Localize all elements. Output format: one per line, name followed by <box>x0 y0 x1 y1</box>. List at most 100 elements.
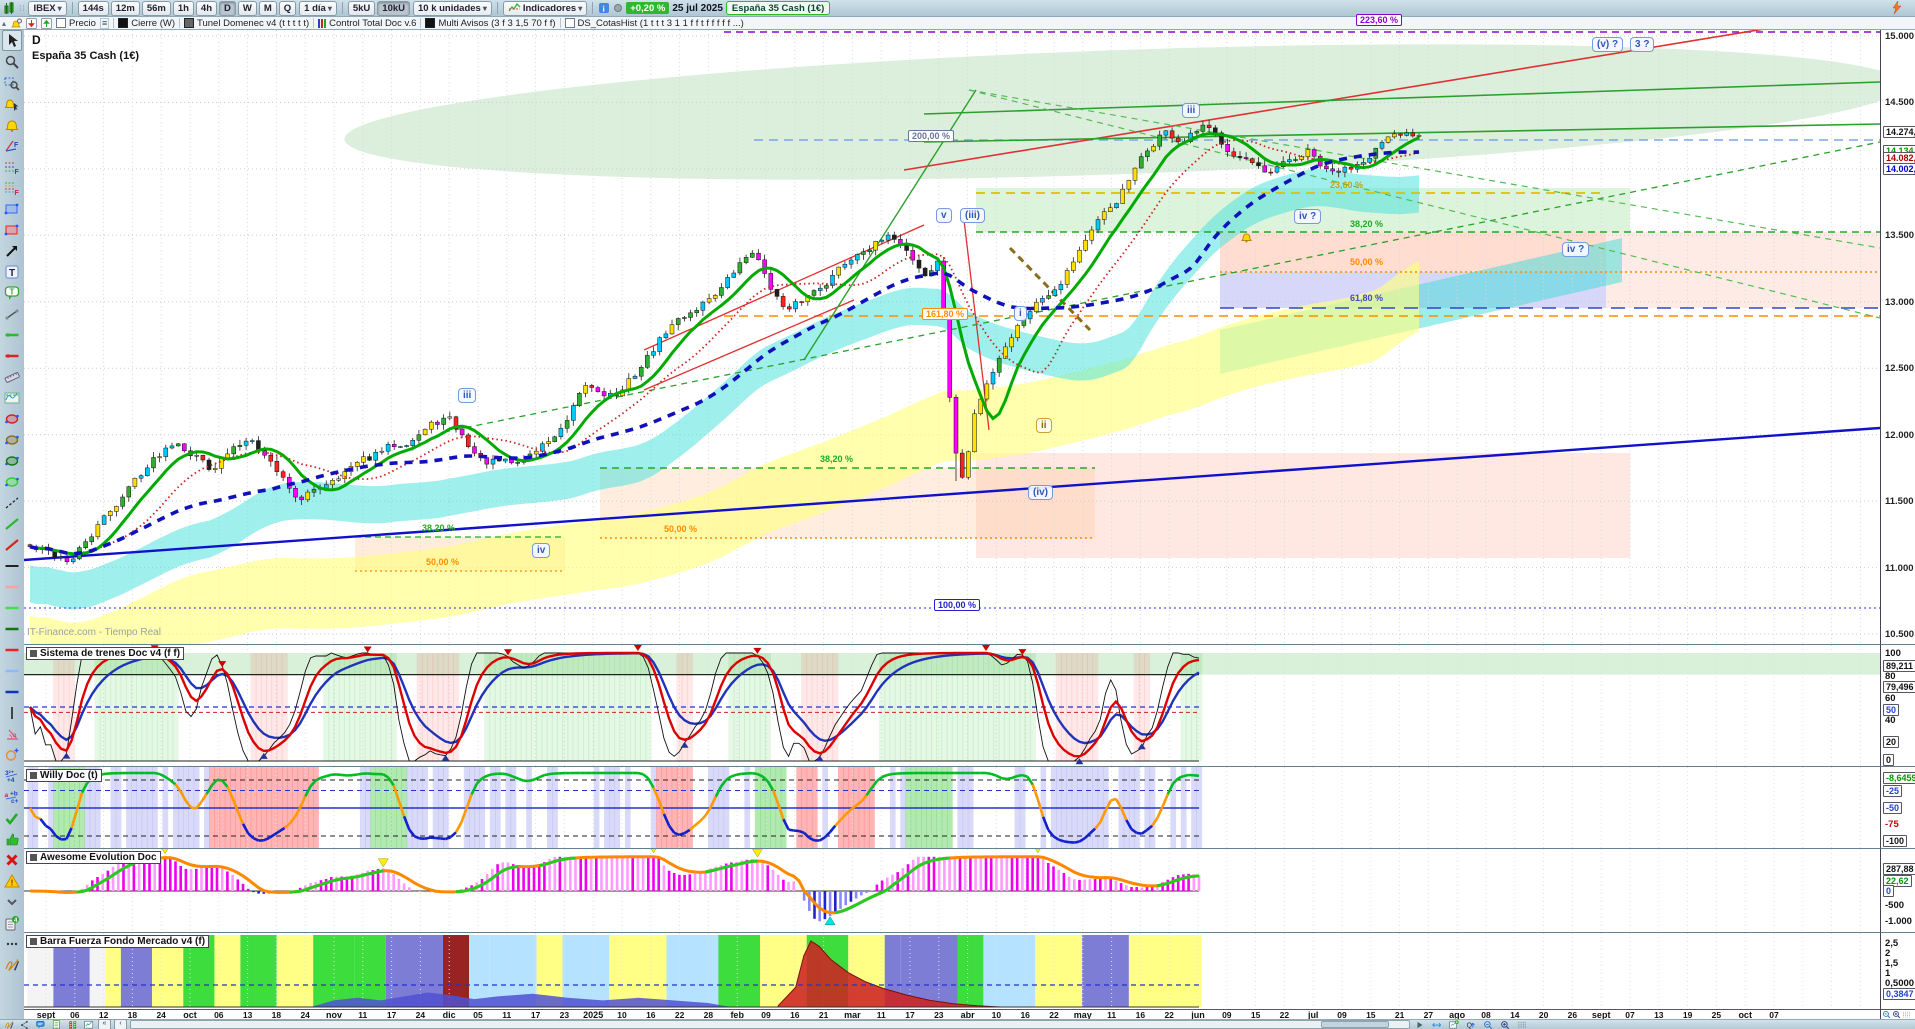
vline-tool[interactable] <box>2 702 22 723</box>
units-selector[interactable]: 10 k unidades ▾ <box>413 0 492 16</box>
collapse-tools-button[interactable] <box>2 891 22 912</box>
zone-rect-blue-tool[interactable] <box>2 198 22 219</box>
ellipse-red-tool[interactable] <box>2 408 22 429</box>
delete-tool[interactable] <box>2 849 22 870</box>
indicator-panel-4[interactable]: Barra Fuerza Fondo Mercado v4 (f) <box>24 932 1880 1009</box>
price-axis[interactable]: 15.00014.50014.00013.50013.00012.50012.0… <box>1880 30 1915 644</box>
hmarker-red-tool[interactable] <box>2 345 22 366</box>
panel-title[interactable]: Sistema de trenes Doc v4 (f f) <box>26 647 185 660</box>
pattern-tool[interactable] <box>2 387 22 408</box>
scrollbar-thumb[interactable] <box>1321 1021 1389 1028</box>
time-axis[interactable]: sept 06 12 18 24 oct 06 13 18 24 nov 11 17 24 dic 05 11 1… <box>24 1009 1880 1020</box>
like-tool[interactable] <box>2 828 22 849</box>
info-icon[interactable]: i <box>598 2 610 14</box>
alarm-pointer-tool[interactable] <box>2 93 22 114</box>
price-chart-svg[interactable] <box>24 30 1880 644</box>
fuerza-svg[interactable] <box>24 933 1880 1009</box>
angle-tool[interactable]: α <box>2 723 22 744</box>
legend-item[interactable]: Control Total Doc v.6 <box>318 18 416 29</box>
hline-pink-tool[interactable] <box>2 576 22 597</box>
hmarker-green-tool[interactable] <box>2 324 22 345</box>
legend-item-precio[interactable]: Precio <box>56 18 96 29</box>
legend-checkbox[interactable] <box>564 18 575 28</box>
elliott-wave-label[interactable]: iii <box>1182 103 1201 118</box>
fib-retracement-tool[interactable]: F <box>2 156 22 177</box>
legend-item[interactable]: DS_CotasHist (1 t t t 3 1 1 f f t f f f … <box>564 18 744 29</box>
hline-red-tool[interactable] <box>2 639 22 660</box>
elliott-wave-label[interactable]: 3 ? <box>1630 37 1655 52</box>
panel-canvas[interactable] <box>24 849 1880 932</box>
numeric-labels-tool[interactable]: 3²⁺ +4 <box>2 765 22 786</box>
zoomout-taskbar-button[interactable] <box>1481 1020 1494 1029</box>
legend-item[interactable]: Cierre (W) <box>118 18 175 29</box>
elliott-wave-label[interactable]: (iii) <box>960 208 985 223</box>
ruler-tool[interactable] <box>2 366 22 387</box>
hline-black-tool[interactable] <box>2 555 22 576</box>
elliott-wave-label[interactable]: iii <box>458 388 477 403</box>
elliott-wave-label[interactable]: ii <box>1036 418 1052 433</box>
trendline-black-dashed-tool[interactable] <box>2 492 22 513</box>
elliott-wave-label[interactable]: i <box>1014 306 1027 321</box>
text-tool[interactable]: T <box>2 261 22 282</box>
timeframe-button-m[interactable]: M <box>258 0 277 16</box>
zone-rect-red-tool[interactable] <box>2 219 22 240</box>
panel-canvas[interactable] <box>24 933 1880 1009</box>
panarrows-taskbar-button[interactable] <box>1430 1020 1443 1029</box>
collapse-legend-icon[interactable]: ▴ <box>2 19 6 28</box>
trend-arrow-tool[interactable] <box>2 240 22 261</box>
timeframe-button-q[interactable]: Q <box>278 0 297 16</box>
horizontal-scrollbar[interactable] <box>130 1020 1410 1029</box>
elliott-wave-label[interactable]: v <box>936 208 952 223</box>
legend-item[interactable]: Multi Avisos (3 f 3 1,5 70 f f) <box>425 18 556 29</box>
legend-list-icon[interactable]: ≡ <box>99 17 110 29</box>
fib-level-label[interactable]: 23,60 % <box>1330 180 1363 190</box>
ellipse-brown-tool[interactable] <box>2 429 22 450</box>
scroll-left-button[interactable]: ‹ <box>114 1019 127 1029</box>
more-tools-button[interactable] <box>2 933 22 954</box>
fib-fan-tool[interactable]: F <box>2 135 22 156</box>
fib-level-label[interactable]: 100,00 % <box>934 599 981 611</box>
greenchart-taskbar-button[interactable] <box>1447 1019 1460 1029</box>
validate-tool[interactable] <box>2 807 22 828</box>
ellipse-green-tool[interactable] <box>2 450 22 471</box>
fib-level-label[interactable]: 161,80 % <box>922 308 969 320</box>
ellipse-lime-tool[interactable] <box>2 471 22 492</box>
elliott-wave-label[interactable]: iv ? <box>1294 209 1322 224</box>
note-bubble-tool[interactable]: T <box>2 282 22 303</box>
timeframe-button-144s[interactable]: 144s <box>77 0 109 16</box>
timeframe-button-1h[interactable]: 1h <box>172 0 194 16</box>
columns-icon-button[interactable] <box>1902 1010 1911 1019</box>
chartwin-taskbar-button[interactable] <box>82 1020 95 1029</box>
qup-taskbar-button[interactable]: Q <box>1464 1020 1477 1029</box>
elliott-wave-label[interactable]: (iv) <box>1028 485 1053 500</box>
alarm-clock-icon[interactable] <box>10 18 23 29</box>
fib-level-label[interactable]: 38,20 % <box>820 454 853 464</box>
timeframe-button-d[interactable]: D <box>219 0 236 16</box>
segment-tool[interactable] <box>2 303 22 324</box>
cols-taskbar-button[interactable] <box>1515 1020 1528 1029</box>
timeframe-button-12m[interactable]: 12m <box>110 0 140 16</box>
fib-projection-tool[interactable]: F <box>2 177 22 198</box>
toolbar-grip[interactable]: ⁞⁞ <box>19 4 25 13</box>
main-chart-area[interactable]: D España 35 Cash (1€) IT-Finance.com - T… <box>24 30 1880 644</box>
legend-item[interactable]: Tunel Domenec v4 (t t t t t) <box>184 18 309 29</box>
volume-button-10ku[interactable]: 10kU <box>377 0 410 16</box>
sell-arrow-icon[interactable] <box>26 17 38 29</box>
pointer-tool[interactable] <box>2 30 22 51</box>
fib-level-label[interactable]: 200,00 % <box>908 130 955 142</box>
zoom-out-button[interactable] <box>1882 1010 1891 1019</box>
hline-blue-tool[interactable] <box>2 681 22 702</box>
indicator-panel-1[interactable]: Sistema de trenes Doc v4 (f f) <box>24 644 1880 766</box>
awesome-svg[interactable] <box>24 849 1880 932</box>
signals-taskbar-button[interactable] <box>66 1020 79 1029</box>
precio-checkbox[interactable] <box>56 18 67 28</box>
signature-taskbar-button[interactable] <box>2 1020 15 1029</box>
fib-level-label[interactable]: 50,00 % <box>426 557 459 567</box>
trendline-green-tool[interactable] <box>2 513 22 534</box>
fib-level-label[interactable]: 38,20 % <box>422 523 455 533</box>
instrument-pill[interactable]: España 35 Cash (1€) <box>725 1 831 15</box>
elliott-wave-label[interactable]: iv <box>532 543 551 558</box>
hline-darkgreen-tool[interactable] <box>2 618 22 639</box>
period-selector[interactable]: 1 día ▾ <box>299 0 337 16</box>
play-taskbar-button[interactable] <box>1413 1020 1426 1029</box>
